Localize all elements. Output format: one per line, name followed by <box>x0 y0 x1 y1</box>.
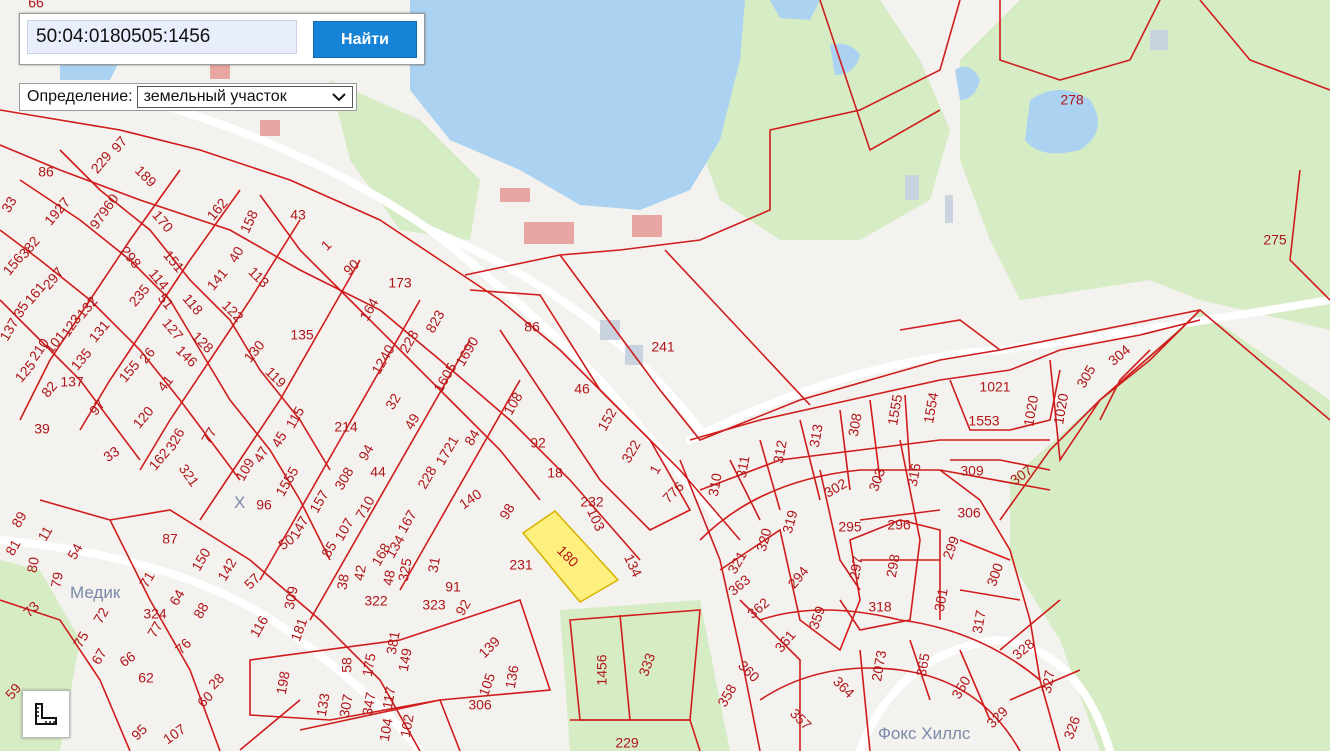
definition-panel: Определение: земельный участок <box>19 83 357 111</box>
definition-selected-value: земельный участок <box>143 88 287 105</box>
place-name-medik: Медик <box>70 583 121 602</box>
parcel-number: 231 <box>509 557 533 573</box>
parcel-number: 66 <box>28 0 44 11</box>
parcel-number: 31 <box>424 556 442 574</box>
parcel-number: 278 <box>1060 92 1084 108</box>
place-name-x: Х <box>234 493 245 512</box>
find-button[interactable]: Найти <box>313 21 417 58</box>
parcel-number: 318 <box>868 599 892 615</box>
measure-button[interactable] <box>22 690 70 738</box>
parcel-number: 322 <box>364 593 388 609</box>
parcel-number: 42 <box>350 564 368 582</box>
parcel-number: 96 <box>256 497 272 513</box>
parcel-number: 1553 <box>968 413 999 429</box>
parcel-number: 38 <box>333 573 351 591</box>
map-canvas[interactable]: 6697229 189861927 97960 170 162 15833382156 29… <box>0 0 1330 751</box>
ruler-icon <box>35 703 57 725</box>
parcel-number: 46 <box>574 381 590 397</box>
parcel-number: 86 <box>524 319 540 335</box>
parcel-number: 306 <box>957 505 981 521</box>
parcel-number: 80 <box>23 556 41 574</box>
parcel-number: 18 <box>547 465 563 481</box>
parcel-number: 87 <box>162 531 178 547</box>
search-panel: Найти <box>19 13 425 65</box>
parcel-number: 323 <box>422 597 446 613</box>
cadastral-map[interactable]: 66 97 229 189 86 1927 97960 170 162 158 33 382 156 29… <box>0 0 1330 751</box>
parcel-number: 324 <box>143 606 167 622</box>
parcel-number: 275 <box>1263 232 1287 248</box>
parcel-number: 79 <box>47 571 65 589</box>
parcel-number: 1456 <box>594 654 610 685</box>
parcel-number: 135 <box>290 327 314 343</box>
parcel-number: 1021 <box>979 379 1010 395</box>
parcel-number: 173 <box>388 275 412 291</box>
parcel-number: 295 <box>838 519 862 535</box>
parcel-number: 232 <box>580 494 604 510</box>
parcel-number: 92 <box>530 435 546 451</box>
parcel-number: 62 <box>138 670 154 686</box>
parcel-number: 214 <box>334 419 358 435</box>
parcel-number: 229 <box>615 735 639 751</box>
parcel-number: 309 <box>960 463 984 479</box>
place-name-fox-hills: Фокс Хиллс <box>878 724 971 743</box>
parcel-number: 44 <box>370 464 386 480</box>
parcel-number: 296 <box>887 517 911 533</box>
parcel-number: 43 <box>290 207 306 223</box>
parcel-number: 137 <box>60 374 84 390</box>
parcel-number: 86 <box>38 164 54 180</box>
parcel-number: 58 <box>339 657 355 673</box>
cadastral-search-input[interactable] <box>27 20 297 54</box>
definition-label: Определение: <box>27 88 133 105</box>
chevron-down-icon <box>331 93 346 102</box>
parcel-number: 39 <box>34 421 50 437</box>
parcel-number: 91 <box>445 579 461 595</box>
parcel-number: 306 <box>468 697 492 713</box>
definition-select[interactable]: земельный участок <box>136 86 353 108</box>
parcel-number: 241 <box>651 339 675 355</box>
